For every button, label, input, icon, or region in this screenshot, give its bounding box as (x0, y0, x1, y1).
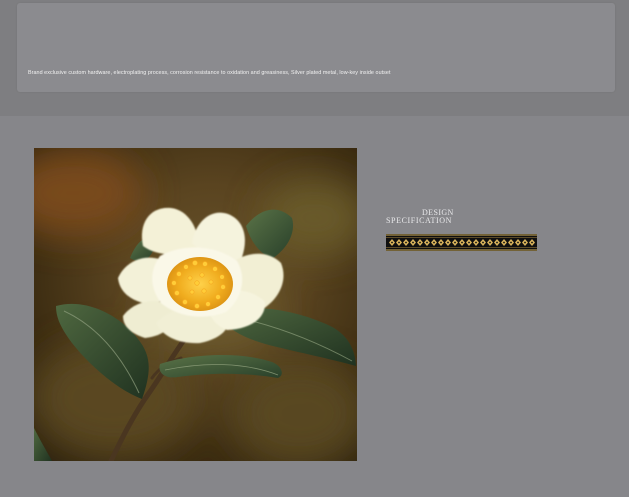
top-description-panel: Brand exclusive custom hardware, electro… (17, 3, 615, 92)
design-subtitle: SPECIFICATION (386, 216, 453, 225)
product-description-text: Brand exclusive custom hardware, electro… (28, 70, 391, 76)
flower-photo (34, 148, 357, 461)
design-specification-block: DESIGN SPECIFICATION (386, 209, 538, 259)
ornamental-ribbon-pattern-icon (386, 234, 537, 251)
